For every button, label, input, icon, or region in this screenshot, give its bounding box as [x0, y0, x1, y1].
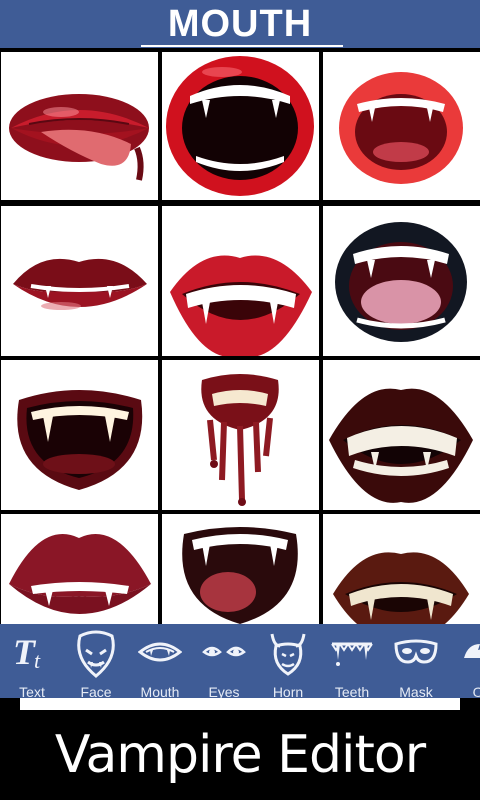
closed-lips-fangs-graphic [13, 258, 147, 310]
tool-mask-label: Mask [399, 684, 433, 698]
tool-eyes[interactable]: Eyes [192, 624, 256, 698]
dripping-blood-graphic [201, 374, 279, 506]
mouth-item-4[interactable] [1, 206, 158, 356]
open-small-fangs-graphic [339, 72, 463, 184]
mouth-item-5[interactable] [162, 206, 319, 356]
header-bar: MOUTH [0, 0, 480, 48]
horn-icon [270, 633, 306, 676]
mouth-grid [0, 48, 480, 624]
grin-fangs-brown-graphic [333, 552, 469, 624]
wide-grin-graphic [329, 388, 473, 503]
teeth-icon [331, 642, 373, 666]
svg-text:t: t [34, 648, 41, 673]
open-tongue-fangs-graphic [182, 527, 298, 624]
tool-teeth[interactable]: Teeth [320, 624, 384, 698]
mouth-item-2[interactable] [162, 52, 319, 200]
page-title: MOUTH [167, 3, 313, 45]
vampire-face-icon [77, 630, 115, 678]
mask-icon [394, 639, 438, 664]
tool-eyes-label: Eyes [208, 684, 240, 698]
mouth-item-9[interactable] [323, 360, 480, 510]
toolbar-bottom-strip [20, 698, 460, 710]
bottom-toolbar: T t Text Face Mouth Eyes Horn Teeth Mask… [0, 624, 480, 698]
mouth-item-10[interactable] [1, 514, 158, 624]
mouth-item-7[interactable] [1, 360, 158, 510]
tool-face-label: Face [80, 684, 112, 698]
lips-tongue-graphic [9, 94, 149, 181]
text-icon: T t [13, 632, 41, 673]
open-dark-fangs-graphic [17, 390, 143, 490]
open-fangs-graphic [166, 56, 314, 196]
eyes-icon [202, 646, 246, 657]
mouth-item-12[interactable] [323, 514, 480, 624]
tool-horn-label: Horn [272, 684, 304, 698]
mouth-item-1[interactable] [1, 52, 158, 200]
mouth-item-6[interactable] [323, 206, 480, 356]
grin-fangs-graphic [170, 255, 312, 356]
tool-teeth-label: Teeth [334, 684, 370, 698]
app-title-banner: Vampire Editor [54, 725, 426, 785]
closed-lips-fangs-graphic-2 [9, 534, 151, 614]
mouth-item-3[interactable] [323, 52, 480, 200]
tool-face[interactable]: Face [64, 624, 128, 698]
tool-other-label: Ot [472, 684, 480, 698]
tool-mask[interactable]: Mask [384, 624, 448, 698]
mouth-icon [138, 642, 182, 662]
mouth-item-11[interactable] [162, 514, 319, 624]
other-icon [464, 644, 480, 658]
tool-horn[interactable]: Horn [256, 624, 320, 698]
title-underline [141, 45, 343, 47]
tool-other[interactable]: Ot [448, 624, 480, 698]
tool-text-label: Text [19, 684, 45, 698]
tool-mouth-label: Mouth [140, 684, 180, 698]
dark-lips-tongue-graphic [335, 222, 467, 342]
mouth-item-8[interactable] [162, 360, 319, 510]
tool-mouth[interactable]: Mouth [128, 624, 192, 698]
tool-text[interactable]: T t Text [0, 624, 64, 698]
